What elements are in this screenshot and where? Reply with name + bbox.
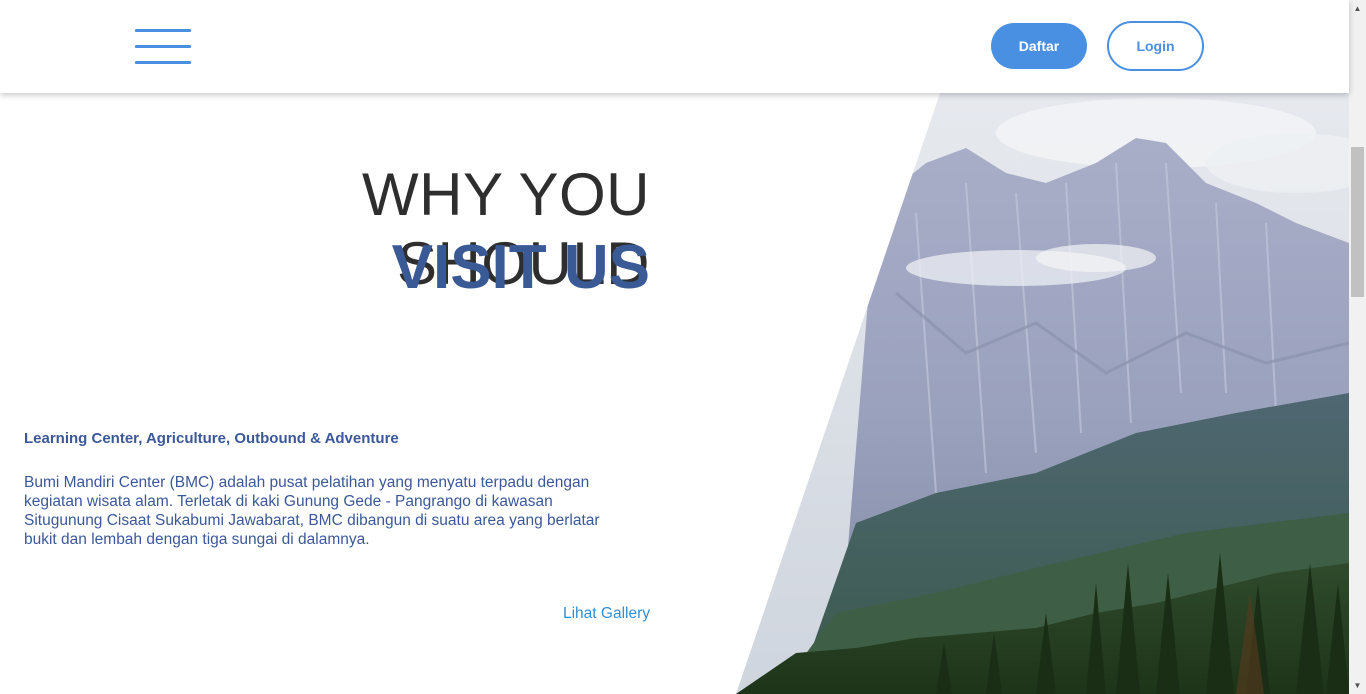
hamburger-menu-icon[interactable] bbox=[135, 29, 191, 65]
hero-subtitle: Learning Center, Agriculture, Outbound &… bbox=[24, 430, 399, 447]
vertical-scrollbar[interactable]: ▲ ▼ bbox=[1349, 0, 1366, 694]
login-button[interactable]: Login bbox=[1107, 21, 1204, 71]
hero-title-line2: VISIT US bbox=[391, 233, 650, 302]
arrow-up-icon[interactable]: ▲ bbox=[1349, 0, 1366, 17]
page: Daftar Login WHY YOU SHOULD VISIT US Lea… bbox=[0, 0, 1366, 694]
register-button[interactable]: Daftar bbox=[991, 23, 1087, 69]
mountain-image bbox=[736, 93, 1349, 694]
arrow-down-icon[interactable]: ▼ bbox=[1349, 677, 1366, 694]
top-navbar: Daftar Login bbox=[0, 0, 1349, 93]
view-gallery-link[interactable]: Lihat Gallery bbox=[500, 605, 650, 623]
scrollbar-thumb[interactable] bbox=[1351, 147, 1364, 297]
hero-description: Bumi Mandiri Center (BMC) adalah pusat p… bbox=[24, 474, 600, 548]
